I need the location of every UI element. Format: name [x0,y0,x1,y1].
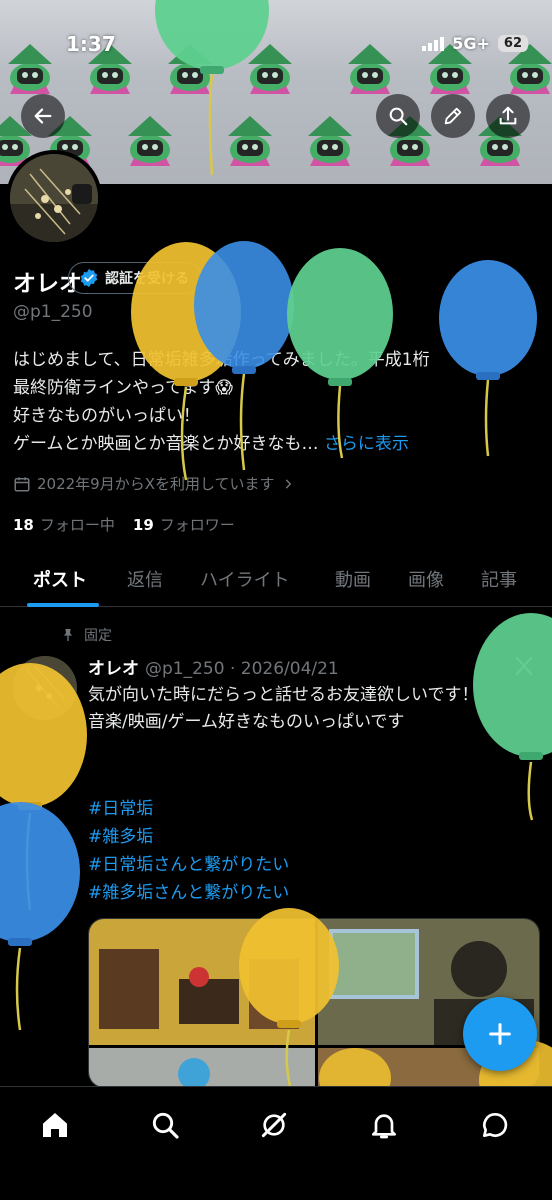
share-button[interactable] [486,94,530,138]
tab-articles[interactable]: 記事 [481,566,517,592]
post-author[interactable]: オレオ [88,659,139,679]
post-text-line: 音楽/映画/ゲーム好きなものいっぱいです [88,712,405,732]
followers-link[interactable]: 19 フォロワー [133,514,235,535]
back-button[interactable] [21,94,65,138]
bio-line: 好きなものがいっぱい！ [13,406,200,426]
search-button[interactable] [376,94,420,138]
show-more-link[interactable]: さらに表示 [324,434,409,454]
network-label: 5G+ [452,34,490,53]
followers-count: 19 [132,516,154,534]
post-header: オレオ @p1_250 · 2026/04/21 [88,654,339,679]
tab-posts[interactable]: ポスト [33,566,87,592]
post-meta: @p1_250 · 2026/04/21 [145,659,339,679]
joined-label: 2022年9月からXを利用しています [37,475,275,493]
share-icon [499,106,517,125]
bio-line-text: ゲームとか映画とか音楽とか好きなも… [13,434,319,454]
hashtag-link[interactable]: #雑多垢さんと繋がりたい [88,879,289,907]
avatar-image [10,154,98,242]
pencil-icon [444,107,462,125]
messages-icon [483,1112,508,1137]
profile-handle: @p1_250 [13,302,93,322]
nav-home[interactable] [35,1105,75,1145]
home-icon [43,1113,67,1137]
post-body: 気が向いた時にだらっと話せるお友達欲しいです！ 音楽/映画/ゲーム好きなものいっ… [88,682,528,736]
bio-line: ゲームとか映画とか音楽とか好きなも… さらに表示 [13,430,543,458]
nav-messages[interactable] [475,1105,515,1145]
nav-grok[interactable] [254,1105,294,1145]
bell-icon [372,1114,396,1139]
search-icon [152,1112,179,1139]
plus-icon [489,1023,511,1045]
nav-notifications[interactable] [364,1105,404,1145]
following-count: 18 [13,516,34,534]
battery-indicator: 62 [497,35,528,52]
post-avatar[interactable] [13,656,77,720]
status-bar: 1:37 5G+ 62 [0,32,552,60]
signal-icon [422,36,445,51]
profile-tabs: ポスト 返信 ハイライト 動画 画像 記事 [0,550,552,607]
joined-info[interactable]: 2022年9月からXを利用しています [13,473,295,494]
follow-stats: 18 フォロー中 19 フォロワー [13,514,235,535]
pinned-indicator: 固定 [60,625,112,645]
post-avatar-image [13,656,77,720]
bio-line: 最終防衛ラインやってます😱 [13,378,234,398]
status-time: 1:37 [66,32,116,56]
arrow-left-icon [34,108,52,124]
following-label: フォロー中 [39,516,115,534]
get-verified-button[interactable]: 認証を受ける [68,262,202,294]
nav-search[interactable] [145,1105,185,1145]
profile-avatar[interactable] [6,150,102,246]
followers-label: フォロワー [159,516,235,534]
pin-icon [64,629,72,641]
chevron-right-icon [285,478,291,489]
hashtag-link[interactable]: #日常垢 [88,795,289,823]
x-logo-icon [515,656,533,676]
post-hashtags: #日常垢 #雑多垢 #日常垢さんと繋がりたい #雑多垢さんと繋がりたい [88,795,289,907]
tab-images[interactable]: 画像 [408,566,444,592]
calendar-icon [14,476,30,491]
post-media-grid[interactable] [88,918,540,1088]
edit-button[interactable] [431,94,475,138]
balloon [0,802,80,1031]
hashtag-link[interactable]: #日常垢さんと繋がりたい [88,851,289,879]
tab-videos[interactable]: 動画 [335,566,371,592]
banner-pattern [0,44,552,166]
bio-line: はじめまして、日常垢雑多垢作ってみました。平成1桁 [13,350,430,370]
pinned-label: 固定 [84,628,112,644]
active-tab-indicator [27,603,99,607]
grok-icon [261,1112,287,1138]
get-verified-label: 認証を受ける [105,271,189,287]
hashtag-link[interactable]: #雑多垢 [88,823,289,851]
tab-replies[interactable]: 返信 [127,566,163,592]
compose-button[interactable] [463,997,537,1071]
status-indicators: 5G+ 62 [422,34,528,53]
verified-badge-icon [80,268,98,288]
post-text-line: 気が向いた時にだらっと話せるお友達欲しいです！ [88,685,479,705]
profile-bio: はじめまして、日常垢雑多垢作ってみました。平成1桁 最終防衛ラインやってます😱 … [13,346,543,458]
media-photos [89,919,539,1087]
tab-highlights[interactable]: ハイライト [200,566,290,592]
bottom-navigation [0,1086,552,1200]
search-icon [389,107,408,126]
following-link[interactable]: 18 フォロー中 [13,514,115,535]
profile-banner: 1:37 5G+ 62 [0,0,552,184]
